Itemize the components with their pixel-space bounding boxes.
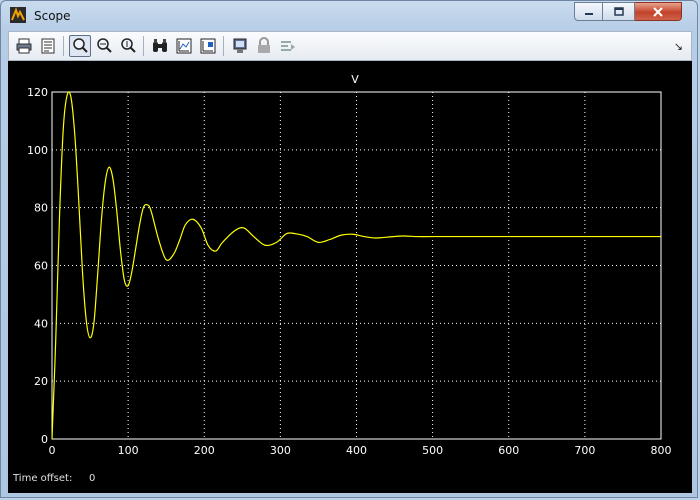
binoculars-icon <box>153 39 167 52</box>
zoom-x-icon <box>97 38 112 53</box>
restore-axes-icon <box>200 38 216 54</box>
zoom-button[interactable] <box>69 35 91 57</box>
x-tick-label: 400 <box>346 444 367 457</box>
y-tick-label: 100 <box>27 144 48 157</box>
x-tick-label: 300 <box>270 444 291 457</box>
toolbar-separator <box>143 36 144 56</box>
tick-label-layer: 0 100 200 300 400 500 600 700 800 0 20 40 60 80 100 120 <box>27 86 672 457</box>
parameters-button[interactable] <box>37 35 59 57</box>
y-tick-label: 20 <box>34 375 48 388</box>
status-bar: Time offset: 0 <box>8 465 692 493</box>
lock-axes-button[interactable] <box>253 35 275 57</box>
y-tick-label: 0 <box>41 433 48 446</box>
print-button[interactable] <box>13 35 35 57</box>
x-tick-label: 500 <box>422 444 443 457</box>
toolbar-separator <box>63 36 64 56</box>
close-icon <box>653 6 663 17</box>
time-offset-label: Time offset: <box>13 473 73 484</box>
simulink-scope-icon <box>10 7 26 23</box>
toolbar: ↘ <box>8 31 692 61</box>
floating-scope-button[interactable] <box>229 35 251 57</box>
close-button[interactable] <box>635 2 682 21</box>
maximize-icon <box>613 6 624 16</box>
zoom-y-icon <box>121 38 136 53</box>
window-title: Scope <box>34 9 71 23</box>
time-offset-value: 0 <box>89 473 96 484</box>
y-tick-label: 120 <box>27 86 48 99</box>
x-tick-label: 200 <box>194 444 215 457</box>
grid-layer <box>52 92 661 439</box>
minimize-icon <box>584 12 593 15</box>
maximize-button[interactable] <box>603 2 635 21</box>
x-tick-label: 700 <box>574 444 595 457</box>
y-tick-label: 40 <box>34 317 48 330</box>
zoom-icon <box>73 38 88 53</box>
scope-display: V 0 100 200 300 400 500 600 700 800 0 20 40 60 80 100 1… <box>8 61 692 465</box>
x-tick-label: 100 <box>118 444 139 457</box>
y-tick-label: 80 <box>34 202 48 215</box>
lock-icon <box>258 37 270 53</box>
printer-icon <box>16 38 32 54</box>
save-axes-icon <box>176 38 192 54</box>
restore-axes-button[interactable] <box>197 35 219 57</box>
save-axes-button[interactable] <box>173 35 195 57</box>
x-tick-label: 800 <box>651 444 672 457</box>
minimize-button[interactable] <box>574 2 603 21</box>
chevron-down-icon[interactable]: ↘ <box>674 40 683 53</box>
y-tick-label: 60 <box>34 260 48 273</box>
toolbar-separator <box>223 36 224 56</box>
x-tick-label: 0 <box>49 444 56 457</box>
zoom-y-button[interactable] <box>117 35 139 57</box>
scope-plot: V 0 100 200 300 400 500 600 700 800 0 20 40 60 80 100 1… <box>27 73 672 457</box>
floating-scope-icon <box>233 38 247 53</box>
x-tick-label: 600 <box>498 444 519 457</box>
signal-selection-button[interactable] <box>277 35 299 57</box>
autoscale-button[interactable] <box>149 35 171 57</box>
zoom-x-button[interactable] <box>93 35 115 57</box>
plot-title: V <box>351 73 359 86</box>
parameters-icon <box>41 38 55 54</box>
title-bar[interactable]: Scope <box>1 1 697 31</box>
scope-window: Scope ↘ V 0 100 200 300 400 500 600 700 … <box>0 0 698 498</box>
signal-selection-icon <box>281 41 295 51</box>
